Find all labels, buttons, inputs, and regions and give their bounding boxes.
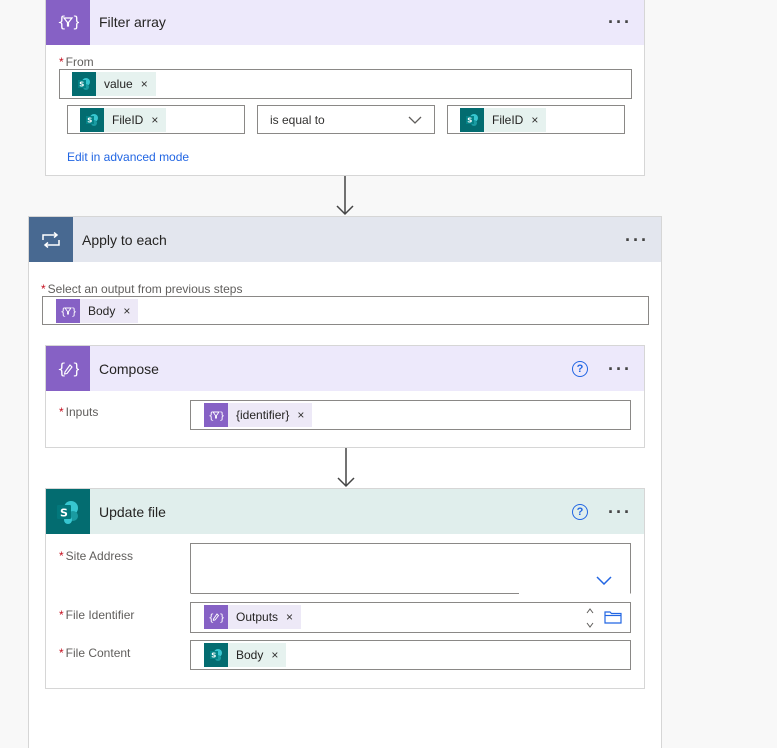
sharepoint-icon: S [460, 108, 484, 132]
inputs-token[interactable]: {} {identifier} × [204, 403, 313, 427]
apply-to-each-card[interactable]: Apply to each ··· * Select an output from… [28, 216, 662, 748]
compose-card[interactable]: { } Compose ? ··· *Inputs {} {identifier… [45, 345, 645, 448]
site-address-underline [191, 593, 519, 594]
connector-arrow-icon [337, 448, 355, 488]
update-file-title: Update file [99, 503, 166, 520]
file-identifier-token[interactable]: {} Outputs × [204, 605, 302, 629]
right-token[interactable]: S FileID × [460, 108, 547, 132]
from-token[interactable]: S value × [72, 72, 156, 96]
file-identifier-label: * File Identifier [59, 608, 135, 622]
compose-title: Compose [99, 360, 159, 377]
operator-value: is equal to [270, 113, 325, 127]
compose-header[interactable]: { } Compose ? ··· [46, 346, 644, 391]
svg-text:}: } [71, 307, 76, 318]
file-identifier-field[interactable]: {} Outputs × [190, 602, 631, 633]
svg-text:S: S [211, 652, 216, 660]
file-content-token[interactable]: S Body × [204, 643, 287, 667]
svg-text:}: } [219, 411, 224, 422]
apply-to-each-title: Apply to each [82, 231, 167, 248]
select-output-label: * Select an output from previous steps [41, 282, 243, 296]
edit-advanced-mode-link[interactable]: Edit in advanced mode [67, 150, 189, 164]
operator-dropdown[interactable]: is equal to [257, 105, 435, 134]
remove-token-button[interactable]: × [531, 113, 546, 127]
apply-to-each-more-button[interactable]: ··· [625, 231, 649, 249]
filter-array-title: Filter array [99, 14, 166, 30]
sharepoint-icon: S [46, 489, 90, 534]
condition-left-field[interactable]: S FileID × [67, 105, 245, 134]
file-content-token-label: Body [236, 648, 264, 662]
help-icon[interactable]: ? [572, 360, 589, 377]
file-content-field[interactable]: S Body × [190, 640, 631, 670]
right-token-label: FileID [492, 113, 524, 127]
remove-token-button[interactable]: × [286, 610, 301, 624]
apply-to-each-header[interactable]: Apply to each ··· [29, 217, 661, 262]
select-output-token[interactable]: {} Body × [56, 299, 139, 323]
file-content-label: * File Content [59, 646, 131, 660]
left-token-label: FileID [112, 113, 144, 127]
sharepoint-icon: S [204, 643, 228, 667]
inputs-token-label: {identifier} [236, 408, 290, 422]
svg-text:}: } [219, 613, 224, 624]
svg-text:{: { [57, 360, 67, 378]
site-address-dropdown[interactable] [190, 543, 631, 594]
remove-token-button[interactable]: × [141, 77, 156, 91]
inputs-label: * Inputs [59, 405, 99, 419]
compose-curly-icon: {} [204, 605, 228, 629]
sharepoint-icon: S [72, 72, 96, 96]
filter-array-header[interactable]: { } Filter array ··· [46, 0, 644, 45]
svg-text:S: S [467, 117, 472, 125]
remove-token-button[interactable]: × [271, 648, 286, 662]
from-field[interactable]: S value × [59, 69, 632, 99]
chevron-down-icon [408, 116, 422, 124]
svg-text:}: } [72, 13, 79, 31]
from-label: * From [59, 55, 94, 69]
condition-right-field[interactable]: S FileID × [447, 105, 625, 134]
sharepoint-icon: S [80, 108, 104, 132]
svg-text:S: S [87, 117, 92, 125]
select-output-token-label: Body [88, 304, 116, 318]
svg-text:S: S [60, 506, 68, 519]
variable-curly-icon: {} [56, 299, 80, 323]
help-icon[interactable]: ? [572, 503, 589, 520]
chevron-down-icon[interactable] [596, 575, 612, 585]
connector-arrow-icon [336, 176, 354, 216]
filter-array-card[interactable]: { } Filter array ··· *From S value × [45, 0, 645, 176]
update-file-card[interactable]: S Update file ? ··· * Site Address * File … [45, 488, 645, 689]
variable-curly-icon: {} [204, 403, 228, 427]
remove-token-button[interactable]: × [297, 408, 312, 422]
left-token[interactable]: S FileID × [80, 108, 167, 132]
select-output-field[interactable]: {} Body × [42, 296, 649, 325]
update-file-header[interactable]: S Update file ? ··· [46, 489, 644, 534]
from-token-label: value [104, 77, 133, 91]
svg-text:S: S [79, 81, 84, 89]
svg-text:{: { [57, 13, 67, 31]
inputs-field[interactable]: {} {identifier} × [190, 400, 631, 430]
stepper-arrows-icon[interactable] [586, 607, 594, 629]
folder-icon[interactable] [604, 610, 622, 624]
loop-icon [29, 217, 73, 262]
filter-curly-icon: { } [46, 0, 90, 45]
site-address-label: * Site Address [59, 549, 134, 563]
remove-token-button[interactable]: × [151, 113, 166, 127]
update-file-more-button[interactable]: ··· [608, 503, 632, 521]
filter-array-more-button[interactable]: ··· [608, 13, 632, 31]
compose-curly-icon: { } [46, 346, 90, 391]
compose-more-button[interactable]: ··· [608, 360, 632, 378]
svg-text:}: } [72, 360, 79, 378]
remove-token-button[interactable]: × [123, 304, 138, 318]
flow-designer-canvas: { } Filter array ··· *From S value × [0, 0, 777, 748]
file-identifier-token-label: Outputs [236, 610, 279, 624]
